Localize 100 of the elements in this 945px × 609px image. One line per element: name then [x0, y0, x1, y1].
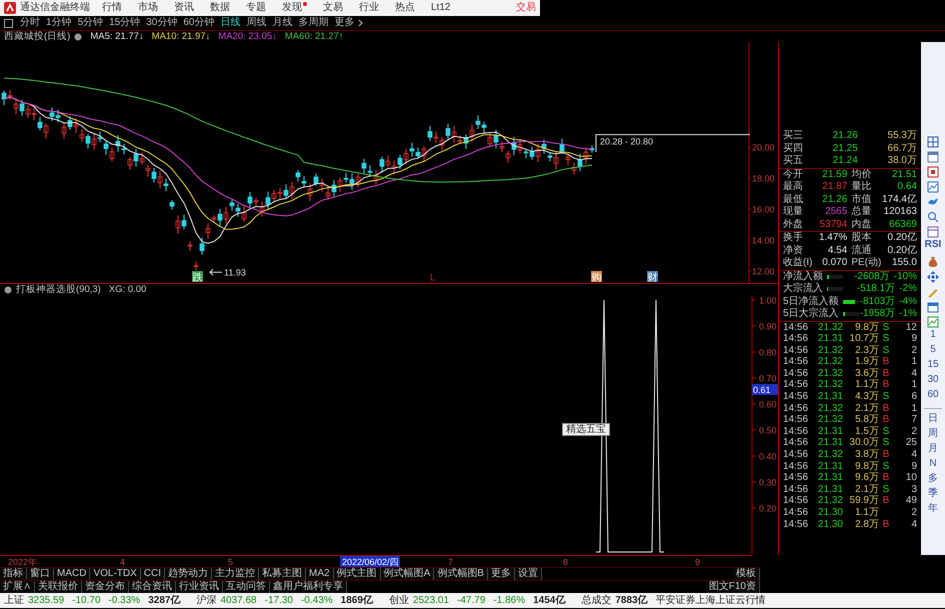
period-tab[interactable]: 30分钟 — [143, 16, 180, 30]
stat-label: 市值 — [851, 194, 872, 206]
menu-item[interactable]: 市场 — [134, 2, 162, 14]
stock-title: 西藏城投(日线) — [4, 31, 70, 42]
candlestick — [194, 260, 198, 271]
trade-volume: 5.8万 — [854, 414, 879, 426]
flow-label: 净流入额 — [783, 270, 823, 282]
period-tab[interactable]: 月线 — [270, 16, 296, 30]
indicator-tab[interactable]: 互动问答 — [223, 581, 270, 593]
stat-label: 均价 — [851, 168, 872, 180]
trade-time: 14:56 — [783, 495, 810, 507]
period-tab[interactable]: 15分钟 — [106, 16, 144, 30]
period-shortcut[interactable]: 日 — [928, 413, 938, 428]
flow-value: -8103万 — [860, 296, 896, 308]
indicator-tab[interactable]: 关联报价 — [35, 581, 82, 593]
period-tab[interactable]: 5分钟 — [74, 16, 106, 30]
stat-value: 21.87 — [822, 181, 848, 194]
indicator-tab[interactable]: 指标 — [0, 568, 27, 580]
trade-volume: 4.3万 — [854, 391, 879, 403]
axis-label: 0.80 — [759, 348, 777, 358]
stat-label: 量比 — [851, 181, 872, 194]
trade-time: 14:56 — [783, 391, 810, 403]
indicator-tab[interactable]: 主力监控 — [212, 568, 260, 580]
period-tab[interactable]: 更多 — [332, 16, 358, 30]
axis-label: 0.70 — [759, 374, 777, 384]
indicator-tab[interactable]: 更多 — [488, 568, 515, 580]
trade-volume: 2.1万 — [854, 484, 879, 496]
menu-item[interactable]: 发现 — [278, 2, 311, 14]
period-shortcut[interactable]: 月 — [928, 443, 938, 458]
index-change: -17.30 — [264, 594, 293, 608]
axis-label: 0.50 — [759, 426, 777, 436]
trade-button[interactable]: 交易 — [512, 2, 540, 14]
indicator-tab[interactable]: 扩展∧ — [0, 581, 35, 593]
period-shortcut[interactable]: 30 — [927, 374, 939, 389]
indicator-tab[interactable]: 例式主图 — [334, 568, 381, 580]
period-shortcut[interactable]: 多 — [928, 473, 938, 488]
period-tab[interactable]: 1分钟 — [43, 16, 75, 30]
indicator-tab[interactable]: 鑫用户福利专享 — [270, 581, 347, 593]
period-shortcut[interactable]: 15 — [927, 359, 939, 374]
period-shortcut[interactable]: 周 — [928, 428, 938, 443]
search-icon — [927, 210, 939, 222]
flow-label: 5日净流入额 — [783, 296, 839, 308]
indicator-tab[interactable]: 行业资讯 — [176, 581, 223, 593]
period-tab[interactable]: 分时 — [17, 16, 43, 30]
ma-value: MA10: 21.97↓ — [152, 31, 210, 42]
order-volume: 38.0万 — [888, 155, 917, 168]
index-amount: 1869亿 — [340, 594, 373, 608]
period-shortcut[interactable]: N — [929, 458, 937, 473]
indicator-tab[interactable]: MA2 — [306, 568, 334, 580]
trade-volume: 9.8万 — [854, 460, 879, 472]
period-tab[interactable]: 周线 — [244, 16, 270, 30]
indicator-tab[interactable]: 例式幅图A — [380, 568, 434, 580]
trade-volume: 3.6万 — [854, 368, 879, 380]
period-shortcut[interactable]: 年 — [928, 503, 938, 518]
period-tab[interactable]: 日线 — [218, 16, 244, 30]
trade-count: 2 — [911, 507, 917, 519]
stat-value: 21.51 — [892, 168, 917, 181]
indicator-tab[interactable]: 私募主图 — [259, 568, 306, 580]
indicator-tab[interactable]: 综合资讯 — [129, 581, 176, 593]
template-button[interactable]: 模板 — [733, 568, 760, 580]
indicator-shortcut[interactable]: RSI — [924, 239, 942, 254]
indicator-tab[interactable]: 例式幅图B — [434, 568, 488, 580]
menu-item[interactable]: 行情 — [98, 2, 126, 14]
trade-count: 12 — [906, 322, 917, 334]
trade-count: 25 — [906, 437, 917, 450]
index-change: -10.70 — [72, 594, 101, 608]
axis-label: 9 — [695, 557, 700, 567]
trade-time: 14:56 — [783, 507, 810, 519]
indicator-tab[interactable]: MACD — [54, 568, 90, 580]
indicator-value: XG: 0.00 — [108, 284, 146, 296]
indicator-tab[interactable]: CCI — [140, 568, 166, 580]
period-tab[interactable]: 多周期 — [296, 16, 332, 30]
stat-value: 0.20亿 — [888, 232, 917, 244]
calendar-icon — [927, 300, 939, 312]
period-shortcut[interactable]: 5 — [930, 344, 936, 359]
axis-label: 4 — [120, 557, 126, 567]
trade-side: S — [882, 333, 890, 345]
period-shortcut[interactable]: 60 — [927, 389, 939, 404]
menu-item[interactable]: 文易 — [319, 2, 347, 14]
indicator-tab[interactable]: 窗口 — [27, 568, 54, 580]
indicator-tab[interactable]: 设置 — [514, 568, 542, 580]
indicator-tab[interactable]: VOL-TDX — [90, 568, 141, 580]
period-shortcut[interactable]: 季 — [928, 488, 938, 503]
axis-label: 14.00 — [752, 236, 775, 246]
menu-item[interactable]: 行业 — [355, 2, 383, 14]
menu-item[interactable]: Lt12 — [427, 2, 454, 14]
indicator-tab[interactable]: 趋势动力 — [165, 568, 212, 580]
menu-item[interactable]: 专题 — [242, 2, 270, 14]
menu-item[interactable]: 数据 — [206, 2, 234, 14]
menu-item[interactable]: 热点 — [391, 2, 419, 14]
period-tab[interactable]: 60分钟 — [180, 16, 218, 30]
circle-icon — [4, 286, 12, 294]
menu-item[interactable]: 资讯 — [170, 2, 198, 14]
window-icon — [927, 150, 939, 162]
period-shortcut[interactable]: 1 — [930, 329, 936, 344]
square-icon — [927, 166, 939, 178]
order-price: 21.24 — [832, 155, 858, 168]
f10-button[interactable]: 图文F10资 — [706, 581, 760, 593]
indicator-tab[interactable]: 资金分布 — [82, 581, 129, 593]
stat-label: 流通 — [851, 244, 872, 257]
